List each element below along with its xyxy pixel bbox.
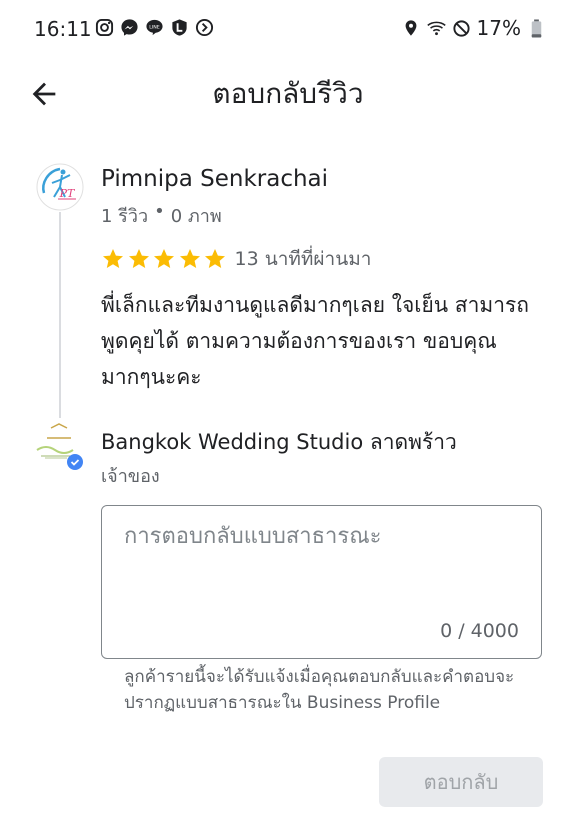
meta-separator: • — [154, 201, 165, 222]
app-bar: ตอบกลับรีวิว — [0, 58, 576, 128]
owner-role: เจ้าของ — [101, 466, 160, 487]
messenger-icon — [120, 18, 139, 37]
status-time: 16:11 — [34, 17, 92, 41]
yoga-logo-icon: PT — [36, 163, 84, 211]
review-time: 13 นาทีที่ผ่านมา — [234, 248, 372, 270]
instagram-icon — [95, 18, 114, 37]
status-bar: 16:11 LINE 17% — [0, 0, 576, 58]
location-icon — [402, 19, 421, 38]
reply-helper-text: ลูกค้ารายนี้จะได้รับแจ้งเมื่อคุณตอบกลับแ… — [124, 667, 515, 713]
star-rating — [101, 247, 229, 271]
photos-count: 0 ภาพ — [170, 206, 222, 227]
thread-connector — [59, 212, 61, 418]
l-app-icon — [170, 18, 189, 37]
star-icon — [154, 249, 174, 268]
review-text: พี่เล็กและทีมงานดูแลดีมากๆเลย ใจเย็น สาม… — [101, 293, 530, 389]
svg-text:PT: PT — [59, 187, 76, 200]
studio-logo-icon — [33, 420, 85, 472]
battery-icon — [527, 18, 546, 38]
reply-input[interactable] — [124, 524, 524, 549]
reviewer-avatar[interactable]: PT — [36, 163, 84, 211]
reviewer-name[interactable]: Pimnipa Senkrachai — [101, 166, 328, 192]
star-icon — [103, 249, 123, 268]
svg-text:LINE: LINE — [149, 24, 160, 30]
reply-submit-button[interactable]: ตอบกลับ — [379, 757, 543, 807]
star-icon — [179, 249, 200, 268]
rating-row: 13 นาทีที่ผ่านมา — [101, 244, 371, 274]
reply-field[interactable]: 0 / 4000 — [101, 505, 542, 659]
reviewer-meta: 1 รีวิว • 0 ภาพ — [101, 201, 222, 230]
star-icon — [128, 249, 149, 268]
arrow-app-icon — [195, 18, 214, 37]
star-icon — [205, 249, 225, 268]
line-icon: LINE — [145, 18, 164, 37]
reviews-count: 1 รีวิว — [101, 206, 149, 227]
page-title: ตอบกลับรีวิว — [212, 77, 364, 110]
owner-name: Bangkok Wedding Studio ลาดพร้าว — [101, 430, 457, 454]
system-status: 17% — [402, 16, 546, 40]
battery-percent: 17% — [476, 16, 521, 40]
wifi-icon — [426, 19, 446, 38]
owner-avatar — [33, 420, 85, 472]
notification-icons: LINE — [95, 18, 214, 37]
dnd-icon — [452, 19, 471, 38]
char-counter: 0 / 4000 — [440, 620, 519, 642]
